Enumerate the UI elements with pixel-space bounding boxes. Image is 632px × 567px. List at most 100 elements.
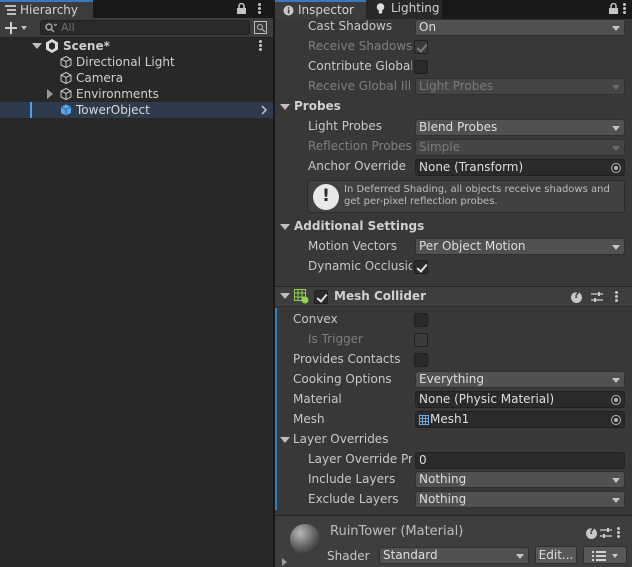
contribute-gi-checkbox[interactable] (414, 60, 428, 74)
include-layers-row: Include Layers Nothing (275, 470, 632, 490)
hierarchy-menu-icon[interactable] (258, 3, 261, 6)
additional-settings-header[interactable]: Additional Settings (275, 217, 632, 237)
cast-shadows-dropdown[interactable]: On (415, 19, 625, 36)
receive-shadows-row: Receive Shadows (275, 37, 632, 57)
light-probes-dropdown[interactable]: Blend Probes (415, 119, 625, 136)
include-layers-value: Nothing (419, 472, 467, 486)
edit-shader-button[interactable]: Edit... (535, 546, 577, 564)
chevron-right-icon[interactable] (260, 105, 268, 115)
help-message: In Deferred Shading, all objects receive… (344, 184, 610, 207)
search-icon (45, 23, 57, 33)
chevron-right-icon[interactable] (47, 89, 53, 99)
foldout-arrow-icon[interactable] (280, 104, 290, 110)
selection-marker (30, 102, 32, 118)
layer-override-priority-row: Layer Override Prio 0 (275, 450, 632, 470)
search-placeholder: All (61, 21, 75, 34)
motion-vectors-value: Per Object Motion (419, 239, 526, 253)
exclude-layers-row: Exclude Layers Nothing (275, 490, 632, 510)
tab-hierarchy[interactable]: Hierarchy (0, 0, 93, 18)
mesh-field[interactable]: Mesh1 (415, 411, 625, 428)
scene-name: Scene* (63, 39, 110, 53)
mesh-collider-enabled-checkbox[interactable] (314, 290, 328, 304)
light-probes-label: Light Probes (308, 119, 383, 133)
foldout-arrow-icon[interactable] (280, 293, 290, 299)
material-label: Material (293, 392, 342, 406)
motion-vectors-dropdown[interactable]: Per Object Motion (415, 238, 625, 255)
hierarchy-item-label: Directional Light (76, 55, 175, 69)
scene-row[interactable]: Scene* (0, 38, 273, 54)
chevron-down-icon (612, 26, 620, 31)
material-header[interactable]: RuinTower (Material) Shader Standard Edi… (275, 515, 632, 567)
object-picker-icon[interactable] (611, 395, 621, 405)
tab-hierarchy-label: Hierarchy (20, 3, 79, 17)
dynamic-occlusion-row: Dynamic Occlusio (275, 257, 632, 277)
lightbulb-icon (376, 3, 385, 14)
layer-overrides-header[interactable]: Layer Overrides (275, 430, 632, 450)
hierarchy-item-directional-light[interactable]: Directional Light (0, 54, 273, 70)
hierarchy-item-towerobject[interactable]: TowerObject (0, 102, 273, 118)
foldout-arrow-icon[interactable] (280, 437, 290, 443)
chevron-right-icon[interactable] (282, 558, 287, 566)
chevron-down-icon[interactable] (21, 26, 27, 30)
probes-section-header[interactable]: Probes (275, 97, 632, 117)
physic-material-field[interactable]: None (Physic Material) (415, 391, 625, 408)
object-picker-icon[interactable] (611, 415, 621, 425)
dynamic-occlusion-checkbox[interactable] (414, 260, 428, 274)
physic-material-value: None (Physic Material) (419, 392, 555, 406)
cast-shadows-value: On (419, 20, 437, 34)
inspector-menu-icon[interactable] (623, 3, 626, 6)
plus-icon[interactable] (5, 22, 17, 34)
anchor-override-label: Anchor Override (308, 159, 407, 173)
chevron-down-icon (612, 85, 620, 90)
presets-icon[interactable] (591, 291, 603, 303)
motion-vectors-label: Motion Vectors (308, 239, 397, 253)
convex-checkbox[interactable] (414, 313, 428, 327)
presets-icon[interactable] (600, 527, 612, 539)
probes-title: Probes (294, 99, 341, 113)
foldout-arrow-icon[interactable] (32, 43, 42, 49)
layer-override-priority-value: 0 (419, 453, 427, 467)
cooking-options-row: Cooking Options Everything (275, 370, 632, 390)
hierarchy-item-label: Environments (76, 87, 159, 101)
material-name: RuinTower (Material) (330, 524, 464, 539)
exclude-layers-dropdown[interactable]: Nothing (415, 491, 625, 508)
layer-override-priority-input[interactable]: 0 (415, 452, 625, 469)
contribute-gi-label: Contribute Global I (308, 59, 412, 73)
cooking-options-dropdown[interactable]: Everything (415, 371, 625, 388)
help-icon[interactable] (571, 290, 582, 303)
hierarchy-item-camera[interactable]: Camera (0, 70, 273, 86)
exclude-layers-label: Exclude Layers (308, 492, 399, 506)
anchor-override-field[interactable]: None (Transform) (415, 159, 625, 176)
receive-gi-label: Receive Global Illu (308, 79, 412, 93)
cast-shadows-label: Cast Shadows (308, 19, 393, 33)
object-picker-icon[interactable] (611, 163, 621, 173)
help-icon[interactable] (586, 526, 597, 539)
convex-label: Convex (293, 312, 338, 326)
include-layers-dropdown[interactable]: Nothing (415, 471, 625, 488)
warning-icon (313, 184, 339, 210)
mesh-collider-header[interactable]: Mesh Collider (275, 286, 632, 307)
component-menu-icon[interactable] (615, 291, 618, 294)
exclude-layers-value: Nothing (419, 492, 467, 506)
reflection-probes-label: Reflection Probes (308, 139, 412, 153)
unity-scene-icon (46, 39, 58, 53)
light-probes-row: Light Probes Blend Probes (275, 117, 632, 137)
shader-dropdown[interactable]: Standard (379, 547, 529, 564)
chevron-down-icon (612, 126, 620, 131)
lock-icon[interactable] (609, 3, 618, 14)
hierarchy-item-environments[interactable]: Environments (0, 86, 273, 102)
scene-menu-icon[interactable] (259, 40, 262, 43)
is-trigger-checkbox (414, 333, 428, 347)
foldout-arrow-icon[interactable] (280, 224, 290, 230)
search-input[interactable]: All (40, 20, 250, 35)
list-icon (592, 551, 606, 561)
provides-contacts-label: Provides Contacts (293, 352, 401, 366)
lock-icon[interactable] (237, 3, 246, 14)
shader-options-button[interactable] (583, 546, 627, 564)
reflection-probes-value: Simple (419, 140, 460, 154)
dynamic-occlusion-label: Dynamic Occlusio (308, 259, 412, 273)
hierarchy-toolbar: All (0, 18, 273, 38)
provides-contacts-checkbox[interactable] (414, 353, 428, 367)
material-menu-icon[interactable] (617, 527, 620, 530)
scene-visibility-icon[interactable] (254, 21, 267, 34)
